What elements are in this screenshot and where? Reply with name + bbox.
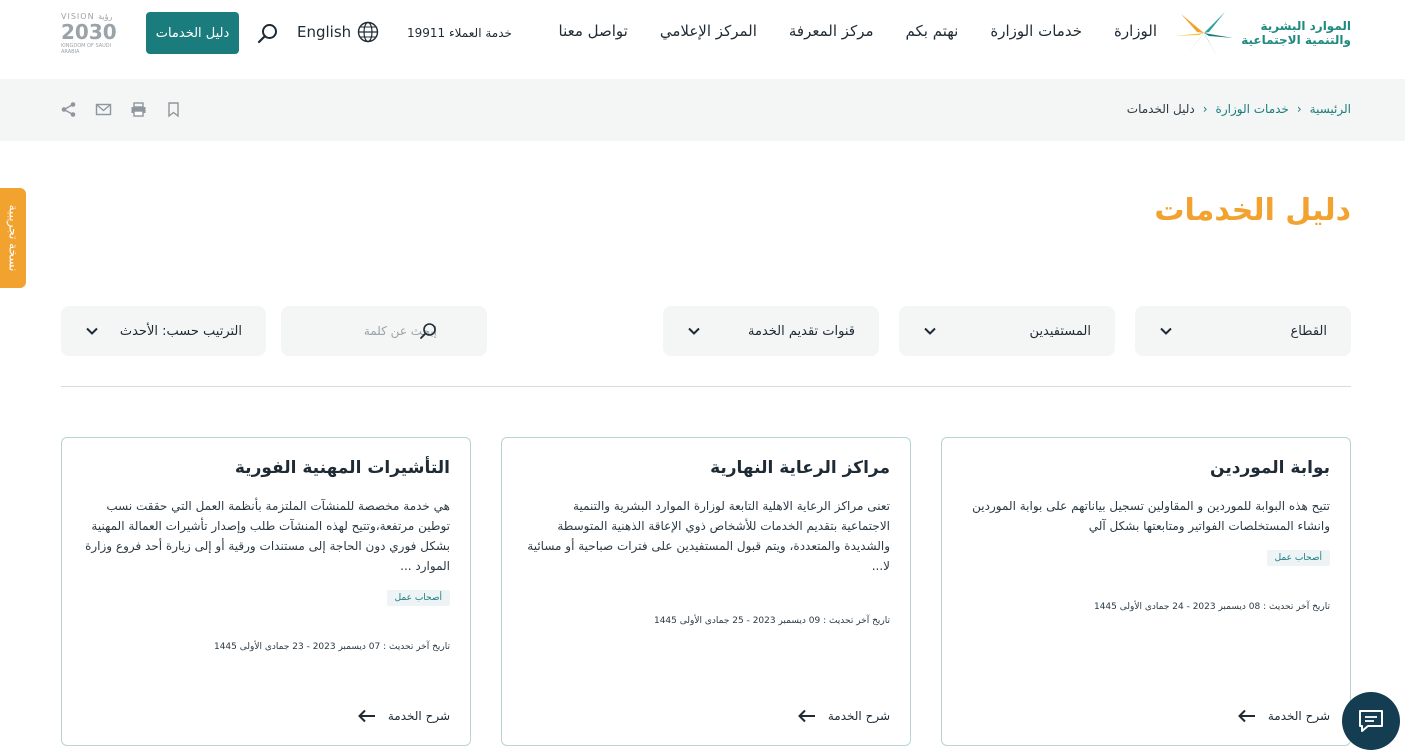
- beneficiaries-filter[interactable]: المستفيدين: [899, 306, 1115, 356]
- beneficiaries-filter-label: المستفيدين: [1029, 323, 1091, 339]
- chevron-down-icon: [1160, 327, 1172, 335]
- breadcrumb-separator: ‹: [1296, 102, 1302, 116]
- last-updated-date: تاريخ آخر تحديث : 08 ديسمبر 2023 - 24 جم…: [1093, 602, 1330, 612]
- main-nav: الوزارة خدمات الوزارة نهتم بكم مركز المع…: [559, 22, 1157, 40]
- bookmark-icon[interactable]: [165, 101, 182, 118]
- chevron-down-icon: [688, 327, 700, 335]
- service-card-title[interactable]: التأشيرات المهنية الفورية: [82, 458, 450, 478]
- arrow-left-icon: [357, 709, 375, 723]
- sector-filter-label: القطاع: [1290, 323, 1327, 339]
- beta-version-tab[interactable]: نسخة تجريبية: [0, 188, 26, 288]
- sort-filter[interactable]: الترتيب حسب: الأحدث: [61, 306, 266, 356]
- explain-service-label: شرح الخدمة: [1267, 709, 1330, 723]
- breadcrumb: الرئيسية ‹ خدمات الوزارة ‹ دليل الخدمات: [1127, 102, 1351, 116]
- service-card-description: هي خدمة مخصصة للمنشآت الملتزمة بأنظمة ال…: [85, 499, 450, 573]
- page-tools: [60, 101, 182, 118]
- sort-filter-label: الترتيب حسب: الأحدث: [119, 323, 242, 339]
- page-title: دليل الخدمات: [1154, 193, 1351, 228]
- chat-bubble-icon: [1359, 710, 1383, 732]
- explain-service-link[interactable]: شرح الخدمة: [357, 709, 450, 723]
- chat-button[interactable]: [1342, 692, 1400, 750]
- language-switch[interactable]: English: [297, 21, 379, 43]
- nav-ministry[interactable]: الوزارة: [1114, 22, 1157, 40]
- filters-divider: [61, 386, 1351, 387]
- print-icon[interactable]: [130, 101, 147, 118]
- breadcrumb-home[interactable]: الرئيسية: [1310, 102, 1351, 116]
- chevron-down-icon: [86, 327, 98, 335]
- service-card-description: تتيح هذه البوابة للموردين و المقاولين تس…: [972, 499, 1330, 533]
- service-card[interactable]: مراكز الرعاية النهارية تعنى مراكز الرعاي…: [501, 437, 911, 746]
- last-updated-date: تاريخ آخر تحديث : 09 ديسمبر 2023 - 25 جم…: [653, 616, 890, 626]
- keyword-search-input[interactable]: [297, 324, 437, 338]
- breadcrumb-services[interactable]: خدمات الوزارة: [1216, 102, 1289, 116]
- chevron-down-icon: [924, 327, 936, 335]
- arrow-left-icon: [797, 709, 815, 723]
- vision-year: 2030: [61, 20, 117, 44]
- audience-tag: أصحاب عمل: [1266, 550, 1330, 566]
- beta-version-label: نسخة تجريبية: [5, 204, 20, 272]
- breadcrumb-bar: الرئيسية ‹ خدمات الوزارة ‹ دليل الخدمات: [0, 79, 1405, 141]
- arrow-left-icon: [1237, 709, 1255, 723]
- site-header: الموارد البشرية والتنمية الاجتماعية الوز…: [0, 0, 1405, 79]
- channels-filter[interactable]: قنوات تقديم الخدمة: [663, 306, 879, 356]
- service-card-title[interactable]: مراكز الرعاية النهارية: [522, 458, 890, 478]
- last-updated-date: تاريخ آخر تحديث : 07 ديسمبر 2023 - 23 جم…: [213, 642, 450, 652]
- logo-text: الموارد البشرية والتنمية الاجتماعية: [1241, 19, 1351, 47]
- breadcrumb-current: دليل الخدمات: [1126, 102, 1195, 116]
- vision-sub-text: KINGDOM OF SAUDI ARABIA: [61, 43, 112, 55]
- explain-service-label: شرح الخدمة: [827, 709, 890, 723]
- service-card-title[interactable]: بوابة الموردين: [962, 458, 1330, 478]
- explain-service-link[interactable]: شرح الخدمة: [797, 709, 890, 723]
- audience-tag: أصحاب عمل: [386, 590, 450, 606]
- customer-service-number[interactable]: خدمة العملاء 19911: [407, 26, 512, 40]
- search-icon: [420, 323, 436, 339]
- email-icon[interactable]: [95, 101, 112, 118]
- service-card[interactable]: التأشيرات المهنية الفورية هي خدمة مخصصة …: [61, 437, 471, 746]
- language-label: English: [297, 23, 352, 41]
- logo-line1: الموارد البشرية: [1260, 19, 1351, 33]
- vision-2030-logo: VISION رؤية 2030 KINGDOM OF SAUDI ARABIA: [61, 12, 127, 55]
- nav-contact-us[interactable]: تواصل معنا: [559, 22, 628, 40]
- nav-ministry-services[interactable]: خدمات الوزارة: [990, 22, 1082, 40]
- nav-media-center[interactable]: المركز الإعلامي: [660, 22, 757, 40]
- share-icon[interactable]: [60, 101, 77, 118]
- explain-service-label: شرح الخدمة: [387, 709, 450, 723]
- channels-filter-label: قنوات تقديم الخدمة: [748, 323, 855, 339]
- logo-line2: والتنمية الاجتماعية: [1241, 33, 1351, 47]
- nav-we-care[interactable]: نهتم بكم: [906, 22, 959, 40]
- ministry-emblem-icon: [1175, 12, 1234, 56]
- ministry-logo[interactable]: الموارد البشرية والتنمية الاجتماعية: [1173, 8, 1351, 58]
- globe-icon: [357, 21, 379, 43]
- explain-service-link[interactable]: شرح الخدمة: [1237, 709, 1330, 723]
- search-icon[interactable]: [257, 22, 279, 44]
- sector-filter[interactable]: القطاع: [1135, 306, 1351, 356]
- nav-knowledge-center[interactable]: مركز المعرفة: [789, 22, 874, 40]
- keyword-search-box: [281, 306, 487, 356]
- breadcrumb-separator: ‹: [1202, 102, 1208, 116]
- service-card-description: تعنى مراكز الرعاية الاهلية التابعة لوزار…: [527, 499, 890, 573]
- services-guide-button[interactable]: دليل الخدمات: [146, 12, 239, 54]
- service-card[interactable]: بوابة الموردين تتيح هذه البوابة للموردين…: [941, 437, 1351, 746]
